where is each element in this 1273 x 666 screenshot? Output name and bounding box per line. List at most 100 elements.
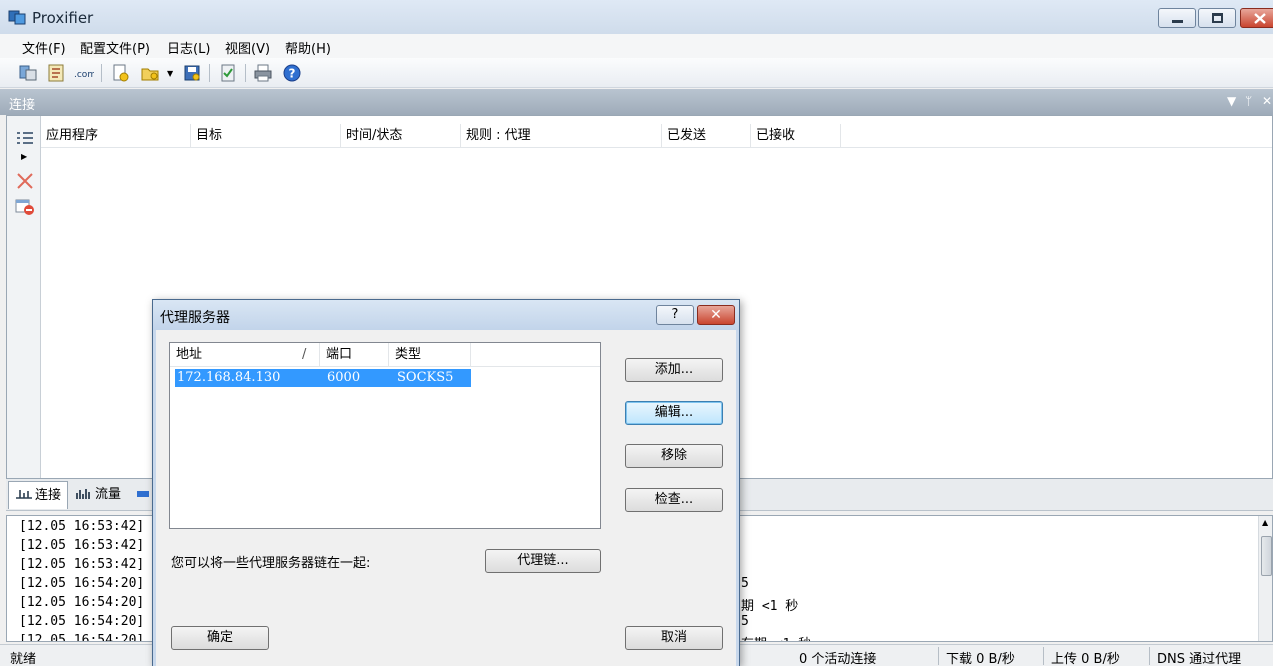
pin-icon[interactable]: ᛘ (1245, 94, 1252, 108)
column-sent[interactable]: 已发送 (662, 124, 751, 148)
log-timestamp: [12.05 16:53:42] (19, 519, 145, 534)
log-message: 存期 <1 秒 (741, 633, 811, 641)
status-separator (938, 647, 939, 665)
new-profile-icon[interactable] (110, 63, 130, 83)
log-timestamp: [12.05 16:53:42] (19, 538, 145, 553)
list-view-icon[interactable] (15, 130, 35, 148)
proxy-servers-dialog: 代理服务器 ? ✕ 地址 / 端口 类型 172.168.84.130 6000… (152, 299, 740, 666)
log-timestamp: [12.05 16:54:20] (19, 614, 145, 629)
check-button[interactable]: 检查... (625, 488, 723, 512)
chain-label: 您可以将一些代理服务器链在一起: (171, 556, 371, 571)
proxy-list-header: 地址 / 端口 类型 (170, 343, 600, 367)
log-message: 期 <1 秒 (741, 599, 799, 614)
log-timestamp: [12.05 16:54:20] (19, 633, 145, 642)
tab-more[interactable] (133, 481, 149, 509)
rules-icon[interactable] (46, 63, 66, 83)
menu-file[interactable]: 文件(F) (22, 38, 66, 57)
column-target[interactable]: 目标 (191, 124, 341, 148)
traffic-icon (76, 489, 90, 499)
column-application[interactable]: 应用程序 (41, 124, 191, 148)
connections-column-header: 应用程序 目标 时间/状态 规则 : 代理 已发送 已接收 (41, 124, 1272, 148)
status-upload: 上传 0 B/秒 (1051, 652, 1120, 666)
column-type[interactable]: 类型 (389, 343, 471, 367)
scrollbar-thumb[interactable] (1261, 536, 1272, 576)
tab-traffic[interactable]: 流量 (69, 481, 127, 509)
proxy-servers-icon[interactable] (18, 63, 38, 83)
connections-panel-header: 连接 ▼ ᛘ ✕ (0, 89, 1273, 115)
panel-menu-icon[interactable]: ▼ (1227, 94, 1236, 108)
dialog-title: 代理服务器 (160, 310, 230, 326)
status-active-connections: 0 个活动连接 (799, 652, 877, 666)
ok-button[interactable]: 确定 (171, 626, 269, 650)
close-connection-icon[interactable] (15, 172, 35, 190)
log-message: 5 (741, 576, 749, 591)
proxy-row[interactable]: 172.168.84.130 6000 SOCKS5 (175, 369, 471, 387)
column-received[interactable]: 已接收 (751, 124, 841, 148)
status-separator (1043, 647, 1044, 665)
panel-close-icon[interactable]: ✕ (1262, 94, 1272, 108)
log-timestamp: [12.05 16:53:42] (19, 557, 145, 572)
menu-profile[interactable]: 配置文件(P) (80, 38, 150, 57)
status-ready: 就绪 (10, 652, 37, 666)
proxy-port: 6000 (327, 370, 361, 385)
sort-indicator: / (302, 347, 307, 362)
check-icon[interactable] (218, 63, 238, 83)
save-profile-icon[interactable] (182, 63, 202, 83)
tab-connections[interactable]: 连接 (8, 481, 69, 509)
column-time-status[interactable]: 时间/状态 (341, 124, 461, 148)
remove-icon[interactable] (15, 198, 35, 216)
minimize-button[interactable] (1158, 8, 1196, 28)
column-address-label: 地址 (176, 347, 203, 362)
status-separator (1149, 647, 1150, 665)
tab-label: 连接 (35, 488, 62, 503)
proxy-list[interactable]: 地址 / 端口 类型 172.168.84.130 6000 SOCKS5 (169, 342, 601, 529)
svg-text:.com: .com (74, 70, 94, 80)
column-port[interactable]: 端口 (320, 343, 389, 367)
close-window-button[interactable] (1240, 8, 1273, 28)
svg-text:?: ? (289, 67, 296, 81)
log-message: 5 (741, 614, 749, 629)
status-dns: DNS 通过代理 (1157, 652, 1242, 666)
menu-bar: 文件(F) 配置文件(P) 日志(L) 视图(V) 帮助(H) (0, 34, 1273, 58)
panel-title: 连接 (9, 98, 36, 113)
chevron-down-icon[interactable]: ▼ (167, 69, 173, 78)
proxifier-app-icon (8, 10, 26, 25)
column-address[interactable]: 地址 / (170, 343, 320, 367)
remove-button[interactable]: 移除 (625, 444, 723, 468)
toolbar-separator (245, 64, 246, 82)
column-rule-proxy[interactable]: 规则 : 代理 (461, 124, 662, 148)
menu-log[interactable]: 日志(L) (167, 38, 210, 57)
dialog-title-bar: 代理服务器 ? ✕ (153, 300, 739, 330)
proxy-type: SOCKS5 (397, 370, 454, 385)
dialog-close-button[interactable]: ✕ (697, 305, 735, 325)
maximize-button[interactable] (1198, 8, 1236, 28)
maximize-icon (1212, 13, 1223, 23)
add-button[interactable]: 添加... (625, 358, 723, 382)
close-icon (1254, 13, 1266, 24)
toolbar-separator (209, 64, 210, 82)
connections-sidebar: ▶ (7, 116, 41, 478)
dialog-help-button[interactable]: ? (656, 305, 694, 325)
toolbar-separator (101, 64, 102, 82)
menu-view[interactable]: 视图(V) (225, 38, 270, 57)
log-timestamp: [12.05 16:54:20] (19, 576, 145, 591)
expand-arrow-icon[interactable]: ▶ (21, 152, 27, 161)
status-download: 下载 0 B/秒 (946, 652, 1015, 666)
tab-label: 流量 (95, 487, 122, 502)
cancel-button[interactable]: 取消 (625, 626, 723, 650)
title-bar: Proxifier (0, 0, 1273, 34)
scroll-up-icon[interactable]: ▲ (1262, 518, 1268, 527)
name-resolution-icon[interactable]: .com (74, 63, 94, 83)
window-title: Proxifier (32, 9, 94, 27)
menu-help[interactable]: 帮助(H) (285, 38, 331, 57)
dialog-body: 地址 / 端口 类型 172.168.84.130 6000 SOCKS5 添加… (156, 330, 736, 666)
minimize-icon (1172, 20, 1183, 23)
open-profile-icon[interactable] (140, 63, 160, 83)
tab-more-icon (137, 491, 149, 497)
help-icon[interactable]: ? (282, 63, 302, 83)
proxy-chain-button[interactable]: 代理链... (485, 549, 601, 573)
log-scrollbar[interactable]: ▲ (1258, 516, 1272, 641)
print-icon[interactable] (253, 63, 273, 83)
edit-button[interactable]: 编辑... (625, 401, 723, 425)
log-timestamp: [12.05 16:54:20] (19, 595, 145, 610)
